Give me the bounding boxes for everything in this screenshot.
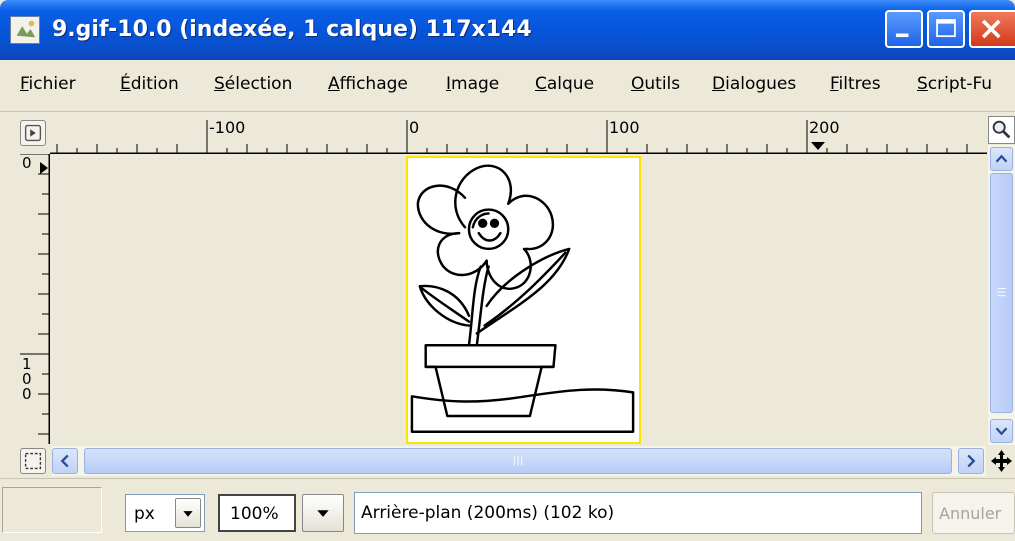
ruler-label-minus-100: -100 bbox=[209, 118, 246, 137]
vertical-ruler[interactable]: 0 1 0 0 bbox=[20, 154, 50, 444]
menu-fichier[interactable]: Fichier bbox=[20, 74, 76, 94]
chevron-down-icon bbox=[317, 510, 329, 517]
unit-value: px bbox=[134, 504, 155, 524]
ruler-label-100: 100 bbox=[609, 118, 640, 137]
pointer-coordinates bbox=[2, 487, 102, 533]
cancel-label: Annuler bbox=[939, 504, 1002, 523]
navigate-icon[interactable] bbox=[988, 448, 1015, 474]
close-button[interactable] bbox=[969, 10, 1015, 48]
menu-edition[interactable]: Édition bbox=[120, 74, 179, 94]
menu-image[interactable]: Image bbox=[446, 74, 499, 94]
zoom-dropdown-button[interactable] bbox=[302, 494, 344, 532]
unit-dropdown-button[interactable] bbox=[175, 498, 201, 528]
gimp-image-icon[interactable] bbox=[10, 16, 40, 44]
menu-arrow-button[interactable] bbox=[20, 120, 46, 146]
quick-mask-toggle-button[interactable] bbox=[20, 448, 46, 474]
horizontal-scroll-thumb[interactable] bbox=[84, 448, 952, 474]
menu-filtres[interactable]: Filtres bbox=[830, 74, 881, 94]
status-text: Arrière-plan (200ms) (102 ko) bbox=[361, 503, 615, 523]
title-bar: 9.gif-10.0 (indexée, 1 calque) 117x144 bbox=[0, 0, 1015, 60]
scroll-left-button[interactable] bbox=[52, 448, 78, 474]
menu-affichage[interactable]: Affichage bbox=[328, 74, 408, 94]
unit-selector[interactable]: px bbox=[125, 494, 205, 532]
vertical-scroll-thumb[interactable] bbox=[990, 173, 1013, 413]
menu-selection[interactable]: Sélection bbox=[214, 74, 292, 94]
flower-pot-drawing bbox=[410, 164, 635, 433]
status-bar: px 100% Arrière-plan (200ms) (102 ko) An… bbox=[0, 478, 1015, 541]
vruler-label-0c: 0 bbox=[22, 385, 32, 403]
ruler-label-200: 200 bbox=[809, 118, 840, 137]
cancel-button[interactable]: Annuler bbox=[932, 492, 1015, 534]
scroll-right-button[interactable] bbox=[958, 448, 984, 474]
window-title: 9.gif-10.0 (indexée, 1 calque) 117x144 bbox=[52, 17, 532, 42]
menu-dialogues[interactable]: Dialogues bbox=[712, 74, 796, 94]
zoom-on-resize-button[interactable] bbox=[988, 116, 1015, 144]
menu-calque[interactable]: Calque bbox=[535, 74, 594, 94]
zoom-value: 100% bbox=[230, 504, 279, 524]
minimize-button[interactable] bbox=[885, 10, 923, 48]
scroll-up-button[interactable] bbox=[990, 147, 1013, 171]
status-message: Arrière-plan (200ms) (102 ko) bbox=[354, 492, 922, 534]
vertical-scrollbar[interactable] bbox=[988, 145, 1015, 445]
horizontal-scrollbar[interactable] bbox=[52, 446, 986, 476]
ruler-label-0: 0 bbox=[409, 118, 420, 137]
horizontal-ruler[interactable]: -100 0 100 200 bbox=[50, 116, 987, 154]
menu-bar: Fichier Édition Sélection Affichage Imag… bbox=[0, 60, 1015, 112]
scroll-down-button[interactable] bbox=[990, 419, 1013, 443]
image-canvas[interactable] bbox=[406, 156, 641, 444]
vruler-label-0: 0 bbox=[22, 154, 32, 172]
menu-script-fu[interactable]: Script-Fu bbox=[917, 74, 992, 94]
menu-outils[interactable]: Outils bbox=[631, 74, 680, 94]
maximize-button[interactable] bbox=[927, 10, 965, 48]
zoom-field[interactable]: 100% bbox=[218, 494, 296, 532]
